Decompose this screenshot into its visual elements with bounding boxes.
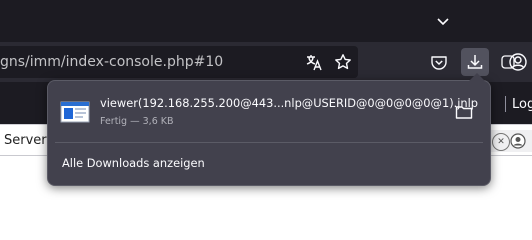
url-text[interactable]: gns/imm/index-console.php#10 [0, 54, 223, 70]
account-icon[interactable] [504, 48, 532, 76]
chevron-down-icon[interactable] [432, 10, 454, 32]
panel-separator [55, 142, 483, 143]
pocket-icon[interactable] [425, 48, 453, 76]
download-filename: viewer(192.168.255.200@443...nlp@USERID@… [100, 96, 479, 110]
file-icon [60, 100, 90, 124]
toolbar-separator [505, 96, 506, 112]
folder-icon[interactable] [450, 99, 478, 125]
download-icon[interactable] [461, 48, 489, 76]
url-bar[interactable]: gns/imm/index-console.php#10 [0, 46, 358, 78]
download-status: Fertig — 3,6 KB [100, 116, 174, 127]
show-all-downloads-label: Alle Downloads anzeigen [62, 156, 205, 170]
download-item[interactable] [53, 87, 485, 137]
bookmark-star-icon[interactable] [332, 51, 354, 73]
user-icon[interactable] [510, 133, 526, 149]
close-icon[interactable]: ✕ [492, 133, 510, 151]
panel-arrow [469, 73, 485, 81]
bookmark-item-log[interactable]: Log [512, 97, 532, 112]
translate-icon[interactable] [303, 51, 325, 73]
